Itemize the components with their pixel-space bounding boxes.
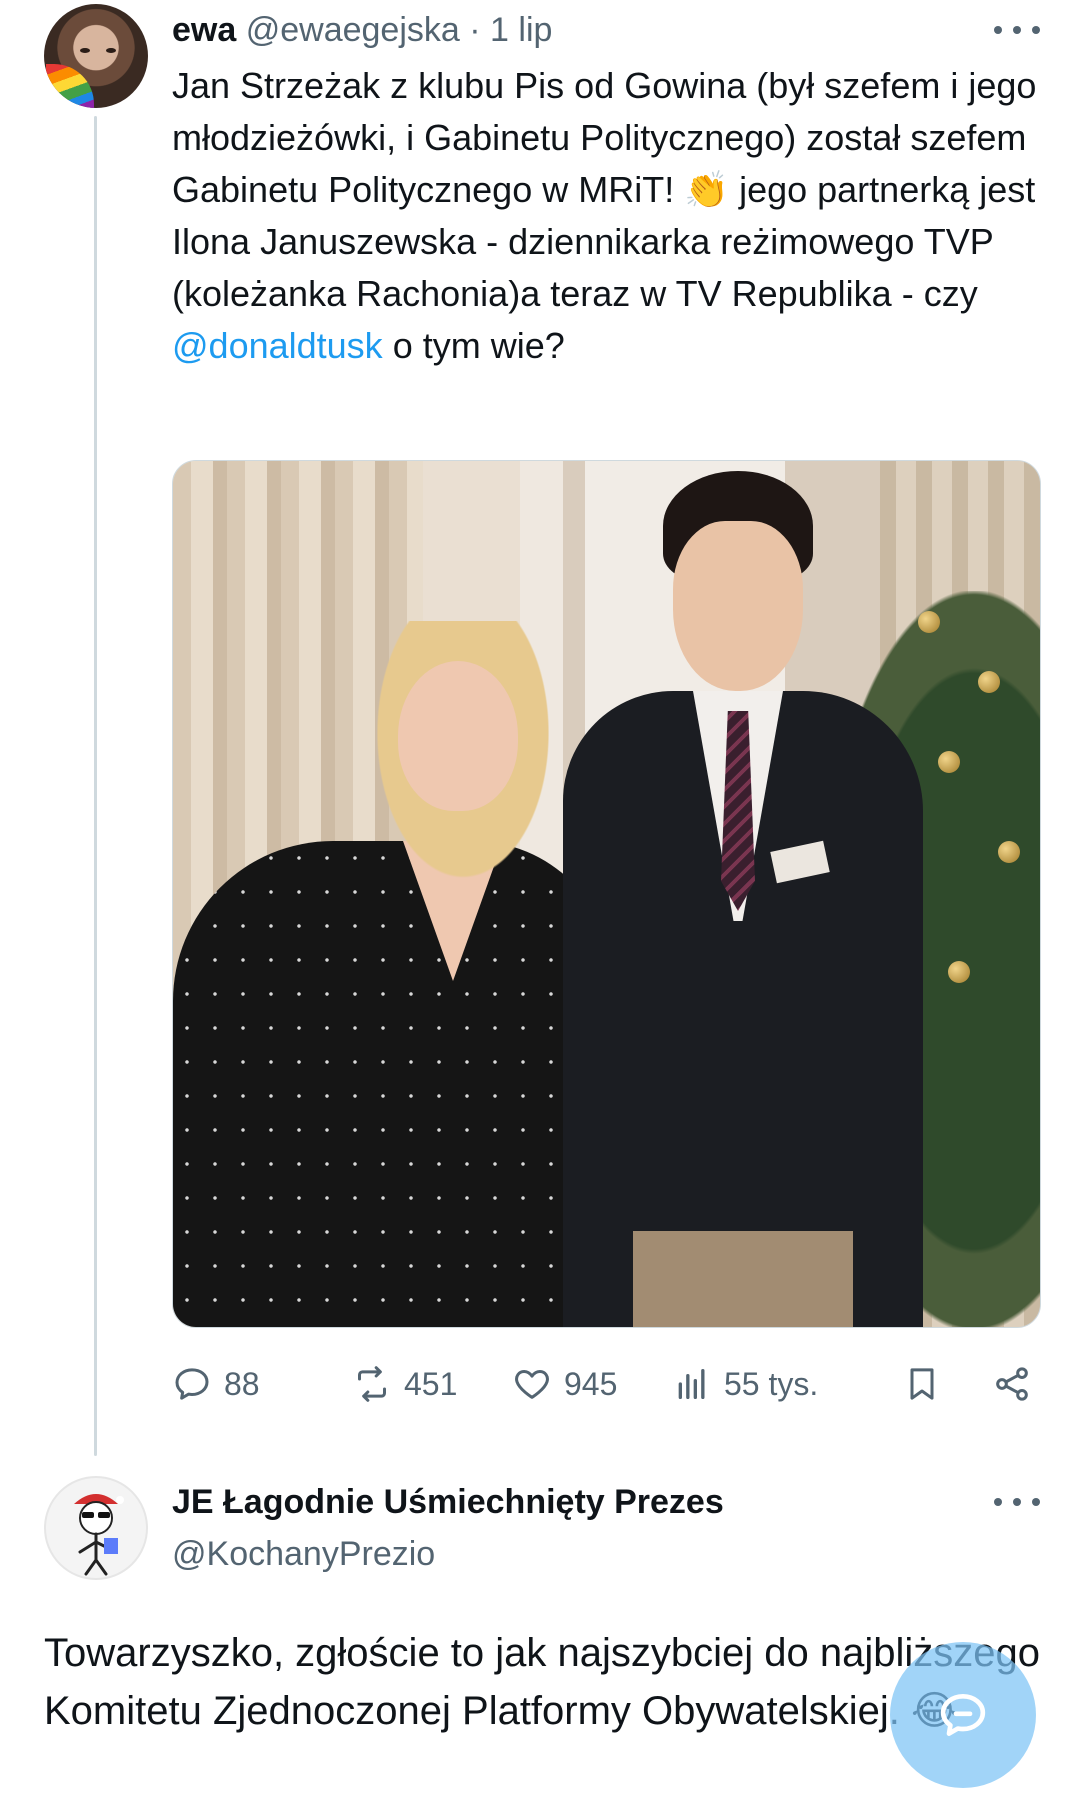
repost-icon bbox=[358, 1366, 386, 1402]
ornament bbox=[938, 751, 960, 773]
more-icon[interactable] bbox=[994, 20, 1040, 40]
reply-author-handle[interactable]: @KochanyPrezio bbox=[172, 1532, 435, 1576]
tweet-photo[interactable] bbox=[172, 460, 1041, 1328]
repost-button[interactable]: 451 bbox=[352, 1356, 457, 1412]
compose-icon bbox=[940, 1694, 986, 1736]
reply-button[interactable]: 88 bbox=[172, 1356, 260, 1412]
bookmark-button[interactable] bbox=[902, 1356, 954, 1412]
views-button[interactable]: 55 tys. bbox=[672, 1356, 818, 1412]
avatar-eye bbox=[106, 48, 116, 53]
mention-link[interactable]: @donaldtusk bbox=[172, 325, 383, 366]
reply-author-name[interactable]: JE Łagodnie Uśmiechnięty Prezes bbox=[172, 1480, 724, 1524]
tweet-date[interactable]: 1 lip bbox=[490, 11, 552, 49]
reply-count: 88 bbox=[224, 1365, 260, 1402]
thread-connector-line bbox=[94, 116, 97, 1456]
tweet-header: ewa @ewaegejska · 1 lip bbox=[172, 8, 552, 52]
ornament bbox=[998, 841, 1020, 863]
ornament bbox=[948, 961, 970, 983]
more-icon[interactable] bbox=[994, 1492, 1040, 1512]
ornament bbox=[978, 671, 1000, 693]
avatar[interactable] bbox=[44, 4, 148, 108]
share-icon bbox=[996, 1367, 1028, 1401]
clapping-hands-emoji: 👏 bbox=[684, 169, 730, 210]
bookmark-icon bbox=[910, 1368, 934, 1400]
separator: · bbox=[469, 11, 481, 49]
reply-icon bbox=[175, 1368, 209, 1400]
share-button[interactable] bbox=[992, 1356, 1044, 1412]
author-name[interactable]: ewa bbox=[172, 11, 236, 49]
repost-count: 451 bbox=[404, 1365, 458, 1402]
avatar-eye bbox=[80, 48, 90, 53]
tweet-text: Jan Strzeżak z klubu Pis od Gowina (był … bbox=[172, 60, 1052, 372]
like-button[interactable]: 945 bbox=[512, 1356, 617, 1412]
person-face bbox=[673, 521, 803, 691]
compose-button[interactable] bbox=[890, 1642, 1036, 1788]
like-count: 945 bbox=[564, 1365, 618, 1402]
like-icon bbox=[515, 1370, 549, 1399]
tweet-actions: 88 451 945 55 tys. bbox=[172, 1356, 1052, 1412]
tweet-text-part: o tym wie? bbox=[392, 325, 565, 366]
views-icon bbox=[678, 1369, 705, 1399]
person-pants bbox=[633, 1231, 853, 1327]
person-face bbox=[398, 661, 518, 811]
rainbow-flag bbox=[46, 64, 94, 108]
person-dress bbox=[173, 841, 613, 1327]
author-handle[interactable]: @ewaegejska bbox=[246, 11, 460, 49]
views-count: 55 tys. bbox=[724, 1365, 819, 1402]
avatar[interactable] bbox=[44, 1476, 148, 1580]
cartoon-avatar-icon bbox=[74, 1494, 124, 1576]
ornament bbox=[918, 611, 940, 633]
